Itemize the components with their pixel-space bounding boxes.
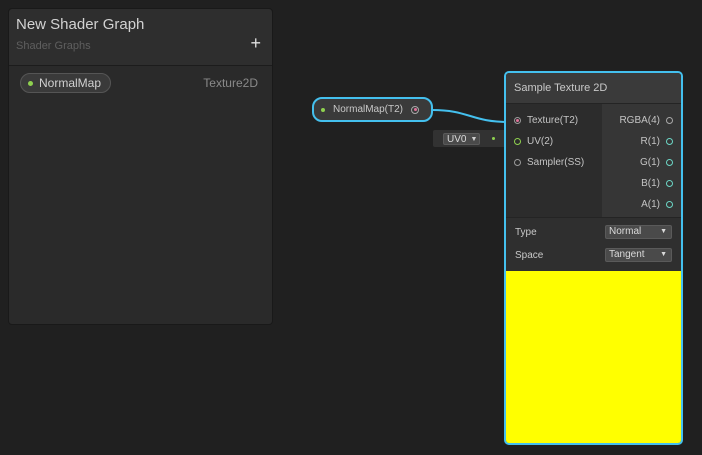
output-port-label: R(1): [640, 136, 660, 147]
property-type: Texture2D: [203, 76, 258, 90]
output-port-label: B(1): [641, 178, 660, 189]
g-output-port-icon[interactable]: [666, 159, 673, 166]
chevron-down-icon: ▼: [660, 228, 667, 235]
property-node-label: NormalMap(T2): [333, 104, 404, 115]
output-port-label: G(1): [640, 157, 660, 168]
rgba-output-port-icon[interactable]: [666, 117, 673, 124]
texture-preview: [506, 271, 681, 443]
input-port-uv[interactable]: UV(2): [514, 136, 553, 147]
chevron-down-icon: ▼: [660, 251, 667, 258]
type-value: Normal: [609, 226, 642, 237]
a-output-port-icon[interactable]: [666, 201, 673, 208]
type-dropdown[interactable]: Normal ▼: [605, 225, 672, 239]
blackboard-panel: New Shader Graph Shader Graphs + NormalM…: [8, 8, 273, 325]
texture-output-port-icon[interactable]: [411, 105, 420, 114]
sample-texture-2d-node[interactable]: Sample Texture 2D Texture(T2) UV(2) Samp…: [504, 71, 683, 445]
vector-port-dot-icon: [28, 80, 33, 86]
r-output-port-icon[interactable]: [666, 138, 673, 145]
input-port-sampler[interactable]: Sampler(SS): [514, 157, 584, 168]
type-label: Type: [515, 227, 537, 238]
node-settings: Type Normal ▼ Space Tangent ▼: [506, 217, 681, 271]
property-dot-icon: [321, 107, 325, 112]
texture-input-port-icon[interactable]: [514, 117, 521, 124]
uv-port-dot-icon: [492, 137, 495, 140]
input-port-label: Sampler(SS): [527, 157, 585, 168]
output-port-g[interactable]: G(1): [640, 157, 673, 168]
chevron-down-icon: ▼: [470, 135, 478, 143]
sampler-input-port-icon[interactable]: [514, 159, 521, 166]
uv-inline-field: UV0 ▼: [433, 130, 506, 147]
output-port-label: A(1): [641, 199, 660, 210]
property-name: NormalMap: [39, 76, 102, 90]
input-port-label: UV(2): [527, 136, 554, 147]
node-title: Sample Texture 2D: [506, 73, 681, 104]
blackboard-header: New Shader Graph Shader Graphs +: [9, 9, 272, 66]
uv-value: UV0: [447, 133, 467, 145]
b-output-port-icon[interactable]: [666, 180, 673, 187]
blackboard-property-pill[interactable]: NormalMap: [20, 73, 112, 93]
space-dropdown[interactable]: Tangent ▼: [605, 248, 672, 262]
output-port-b[interactable]: B(1): [641, 178, 673, 189]
input-port-texture[interactable]: Texture(T2): [514, 115, 578, 126]
output-port-a[interactable]: A(1): [641, 199, 673, 210]
uv-dropdown[interactable]: UV0 ▼: [443, 133, 480, 145]
space-label: Space: [515, 250, 544, 261]
input-port-label: Texture(T2): [527, 115, 579, 126]
output-port-r[interactable]: R(1): [641, 136, 673, 147]
uv-input-port-icon[interactable]: [514, 138, 521, 145]
blackboard-subtitle: Shader Graphs: [16, 40, 91, 52]
texture-connection-wire: [431, 109, 511, 123]
add-property-icon[interactable]: +: [250, 34, 261, 52]
space-value: Tangent: [609, 249, 645, 260]
property-node[interactable]: NormalMap(T2): [312, 97, 433, 122]
node-ports: Texture(T2) UV(2) Sampler(SS) RGBA(4) R(…: [506, 104, 681, 217]
blackboard-title: New Shader Graph: [16, 16, 145, 33]
output-port-label: RGBA(4): [619, 115, 660, 126]
output-port-rgba[interactable]: RGBA(4): [619, 115, 673, 126]
